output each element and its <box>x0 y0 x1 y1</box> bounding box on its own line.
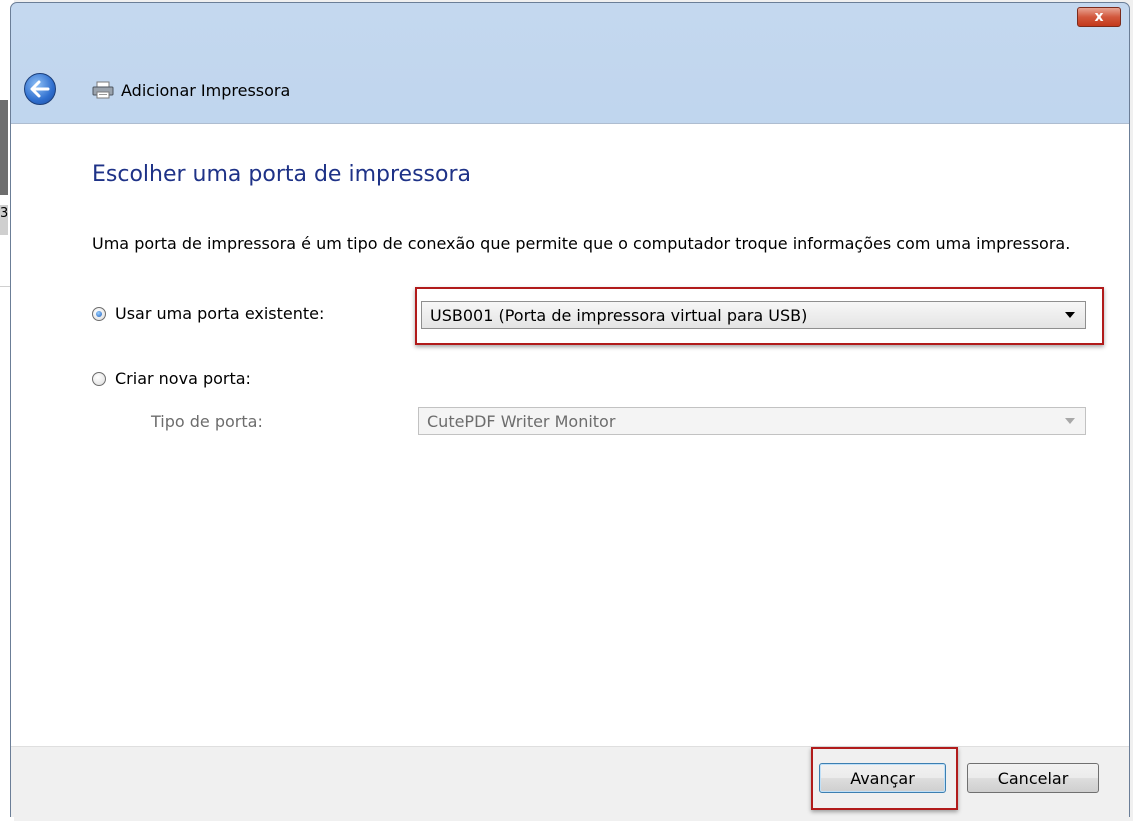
radio-label-new: Criar nova porta: <box>115 369 251 388</box>
background-window-decoration <box>0 100 8 195</box>
port-type-label: Tipo de porta: <box>151 412 263 431</box>
radio-create-new-port[interactable]: Criar nova porta: <box>92 369 251 388</box>
existing-port-value: USB001 (Porta de impressora virtual para… <box>430 305 808 325</box>
dialog-title: Adicionar Impressora <box>121 81 291 100</box>
page-description: Uma porta de impressora é um tipo de con… <box>92 234 1071 253</box>
chevron-down-icon <box>1065 312 1075 318</box>
chevron-down-icon <box>1065 418 1075 424</box>
existing-port-select[interactable]: USB001 (Porta de impressora virtual para… <box>421 301 1086 329</box>
next-button[interactable]: Avançar <box>819 763 946 793</box>
radio-button-checked[interactable] <box>92 306 106 321</box>
port-type-value: CutePDF Writer Monitor <box>427 411 616 431</box>
add-printer-dialog: x Adicionar Impressora Escolher uma port… <box>10 2 1130 817</box>
cancel-button-label: Cancelar <box>997 768 1069 788</box>
background-window-text: 3 <box>0 206 9 221</box>
next-button-label: Avançar <box>850 768 915 788</box>
radio-label-existing: Usar uma porta existente: <box>115 304 325 323</box>
dialog-footer: Avançar Cancelar <box>11 746 1129 817</box>
close-button[interactable]: x <box>1077 7 1121 27</box>
radio-use-existing-port[interactable]: Usar uma porta existente: <box>92 304 324 323</box>
back-arrow-icon <box>30 80 50 98</box>
back-button[interactable] <box>24 73 56 105</box>
page-heading: Escolher uma porta de impressora <box>92 162 471 187</box>
printer-icon <box>92 81 114 99</box>
navigation-bar: Adicionar Impressora <box>11 55 1129 123</box>
cancel-button[interactable]: Cancelar <box>967 763 1099 793</box>
port-type-select: CutePDF Writer Monitor <box>418 407 1086 435</box>
radio-button-unchecked[interactable] <box>92 371 106 386</box>
close-icon: x <box>1094 9 1104 25</box>
dialog-content: Escolher uma porta de impressora Uma por… <box>11 123 1129 747</box>
